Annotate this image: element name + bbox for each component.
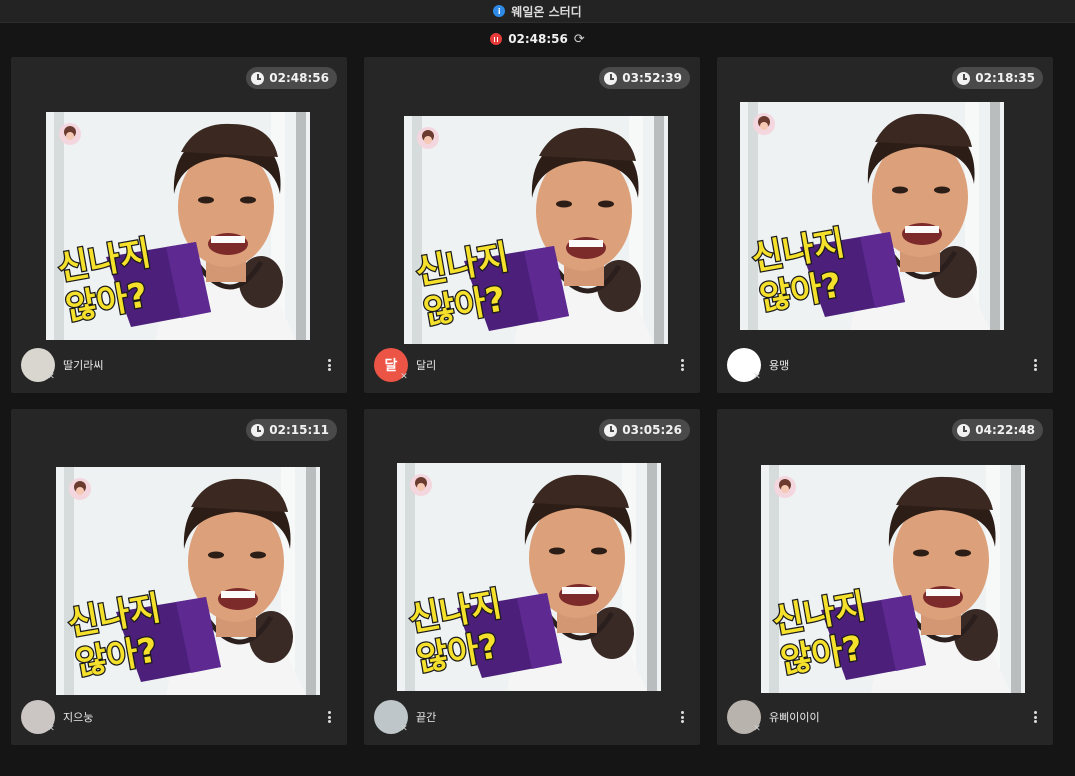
title-bar: i 웨일온 스터디 <box>0 0 1075 23</box>
avatar[interactable]: ✕ <box>21 348 55 382</box>
clock-icon <box>957 423 971 437</box>
refresh-icon[interactable]: ⟳ <box>574 33 585 46</box>
avatar[interactable]: 달 ✕ <box>374 348 408 382</box>
study-timer: 02:48:56 <box>246 67 337 89</box>
video-image: 신나지 않아? <box>404 116 668 344</box>
study-time: 02:18:35 <box>975 71 1035 85</box>
more-vertical-icon[interactable] <box>1030 709 1040 725</box>
video-feed: 신나지 않아? <box>46 112 310 340</box>
mic-off-icon: ✕ <box>400 372 408 382</box>
mic-off-icon: ✕ <box>753 724 761 734</box>
video-feed: 신나지 않아? <box>761 465 1025 693</box>
study-time: 03:52:39 <box>622 71 682 85</box>
avatar[interactable]: ✕ <box>21 700 55 734</box>
participant-info: ✕ 용맹 <box>727 347 1043 383</box>
study-timer: 02:18:35 <box>952 67 1043 89</box>
avatar-initial: 달 <box>384 358 398 374</box>
participant-name: 끝간 <box>416 711 437 724</box>
video-feed: 신나지 않아? <box>404 116 668 344</box>
video-image: 신나지 않아? <box>46 112 310 340</box>
avatar[interactable]: ✕ <box>374 700 408 734</box>
study-timer: 03:52:39 <box>599 67 690 89</box>
mic-off-icon: ✕ <box>753 372 761 382</box>
study-time: 04:22:48 <box>975 423 1035 437</box>
clock-icon <box>957 71 971 85</box>
participant-card: 02:15:11 신나지 않아? ✕ 지으눙 <box>11 409 347 745</box>
more-vertical-icon[interactable] <box>677 357 687 373</box>
participant-name: 딸기라씨 <box>63 359 104 372</box>
participant-name: 용맹 <box>769 359 790 372</box>
clock-icon <box>604 423 618 437</box>
video-image: 신나지 않아? <box>740 102 1004 330</box>
mic-off-icon: ✕ <box>47 372 55 382</box>
participant-name: 지으눙 <box>63 711 94 724</box>
video-image: 신나지 않아? <box>56 467 320 695</box>
participant-name: 유삐이이이 <box>769 711 820 724</box>
study-time: 02:48:56 <box>269 71 329 85</box>
video-feed: 신나지 않아? <box>740 102 1004 330</box>
more-vertical-icon[interactable] <box>1030 357 1040 373</box>
study-timer: 03:05:26 <box>599 419 690 441</box>
study-time: 03:05:26 <box>622 423 682 437</box>
study-timer: 02:15:11 <box>246 419 337 441</box>
video-image: 신나지 않아? <box>397 463 661 691</box>
participant-card: 03:52:39 신나지 않아? 달 ✕ 달리 <box>364 57 700 393</box>
session-total-time: 02:48:56 <box>508 32 568 46</box>
video-feed: 신나지 않아? <box>56 467 320 695</box>
clock-icon <box>251 71 265 85</box>
study-timer: 04:22:48 <box>952 419 1043 441</box>
whale-on-icon: i <box>493 5 506 17</box>
more-vertical-icon[interactable] <box>324 709 334 725</box>
avatar[interactable]: ✕ <box>727 348 761 382</box>
participant-info: ✕ 지으눙 <box>21 699 337 735</box>
session-status: 02:48:56 ⟳ <box>0 28 1075 50</box>
participant-info: ✕ 끝간 <box>374 699 690 735</box>
pause-record-icon[interactable] <box>490 33 503 45</box>
video-image: 신나지 않아? <box>761 465 1025 693</box>
avatar[interactable]: ✕ <box>727 700 761 734</box>
clock-icon <box>604 71 618 85</box>
clock-icon <box>251 423 265 437</box>
more-vertical-icon[interactable] <box>324 357 334 373</box>
more-vertical-icon[interactable] <box>677 709 687 725</box>
mic-off-icon: ✕ <box>47 724 55 734</box>
participant-info: ✕ 유삐이이이 <box>727 699 1043 735</box>
participant-card: 03:05:26 신나지 않아? ✕ 끝간 <box>364 409 700 745</box>
video-feed: 신나지 않아? <box>397 463 661 691</box>
participant-card: 04:22:48 신나지 않아? ✕ 유삐이이이 <box>717 409 1053 745</box>
study-time: 02:15:11 <box>269 423 329 437</box>
participant-card: 02:18:35 신나지 않아? ✕ 용맹 <box>717 57 1053 393</box>
participant-name: 달리 <box>416 359 437 372</box>
participant-info: ✕ 딸기라씨 <box>21 347 337 383</box>
participant-card: 02:48:56 신나지 않아? ✕ 딸기라씨 <box>11 57 347 393</box>
window-title: 웨일온 스터디 <box>511 4 582 19</box>
mic-off-icon: ✕ <box>400 724 408 734</box>
participant-info: 달 ✕ 달리 <box>374 347 690 383</box>
